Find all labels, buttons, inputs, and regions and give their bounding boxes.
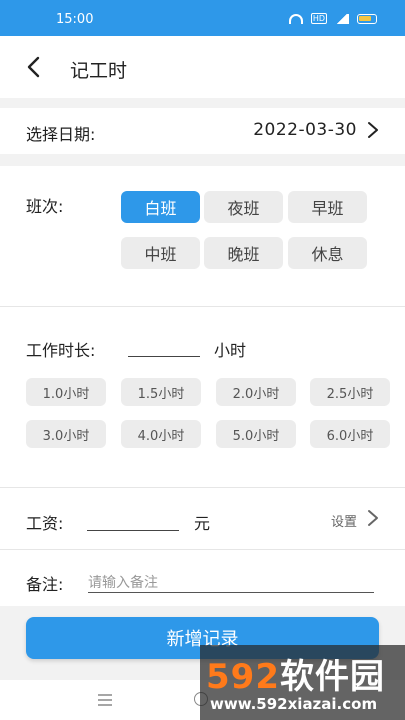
wage-input[interactable] xyxy=(87,506,179,531)
page-title: 记工时 xyxy=(70,60,128,82)
hours-preset-chip[interactable]: 2.5小时 xyxy=(310,378,390,406)
shift-option-morning[interactable]: 早班 xyxy=(288,191,367,223)
watermark-url: www.592xiazai.com xyxy=(210,695,378,713)
hours-preset-chip[interactable]: 4.0小时 xyxy=(121,420,201,448)
shift-label: 班次: xyxy=(26,197,64,216)
work-hours-label: 工作时长: xyxy=(26,341,96,360)
app-header: 记工时 xyxy=(0,36,405,98)
hd-icon: HD xyxy=(310,13,327,24)
hours-preset-chip[interactable]: 1.5小时 xyxy=(121,378,201,406)
signal-icon xyxy=(335,13,349,24)
date-value[interactable]: 2022-03-30 xyxy=(253,120,357,140)
shift-option-middle[interactable]: 中班 xyxy=(121,237,200,269)
shift-option-night[interactable]: 夜班 xyxy=(204,191,283,223)
status-time: 15:00 xyxy=(56,12,94,27)
hours-preset-chip[interactable]: 6.0小时 xyxy=(310,420,390,448)
wage-label: 工资: xyxy=(26,514,64,533)
watermark-number: 592 xyxy=(206,657,280,697)
divider xyxy=(0,306,405,307)
remark-placeholder: 请输入备注 xyxy=(88,575,158,591)
section-gap xyxy=(0,154,405,166)
status-bar: 15:00 HD xyxy=(0,0,405,36)
shift-option-evening[interactable]: 晚班 xyxy=(204,237,283,269)
wage-unit: 元 xyxy=(194,514,211,533)
remark-label: 备注: xyxy=(26,575,64,594)
hours-preset-chip[interactable]: 2.0小时 xyxy=(216,378,296,406)
wifi-icon xyxy=(288,13,303,24)
section-gap xyxy=(0,98,405,108)
hours-preset-chip[interactable]: 5.0小时 xyxy=(216,420,296,448)
hours-preset-chip[interactable]: 3.0小时 xyxy=(26,420,106,448)
back-icon[interactable] xyxy=(22,54,48,80)
work-hours-unit: 小时 xyxy=(214,341,247,360)
chevron-right-icon[interactable] xyxy=(365,508,381,528)
shift-option-rest[interactable]: 休息 xyxy=(288,237,367,269)
date-label: 选择日期: xyxy=(26,125,96,144)
shift-option-day[interactable]: 白班 xyxy=(121,191,200,223)
chevron-right-icon xyxy=(368,122,378,138)
menu-icon[interactable] xyxy=(98,694,112,706)
work-hours-input[interactable] xyxy=(128,334,200,357)
status-icons: HD xyxy=(288,13,377,24)
divider xyxy=(0,487,405,488)
battery-icon xyxy=(357,13,377,24)
watermark-text: 软件园 xyxy=(279,657,385,697)
date-picker-row[interactable]: 选择日期: 2022-03-30 xyxy=(0,108,405,154)
watermark-logo: 592软件园 xyxy=(206,649,385,698)
hours-preset-chip[interactable]: 1.0小时 xyxy=(26,378,106,406)
divider xyxy=(0,549,405,550)
watermark: 592软件园 www.592xiazai.com xyxy=(200,645,405,720)
wage-settings-link[interactable]: 设置 xyxy=(331,511,357,530)
